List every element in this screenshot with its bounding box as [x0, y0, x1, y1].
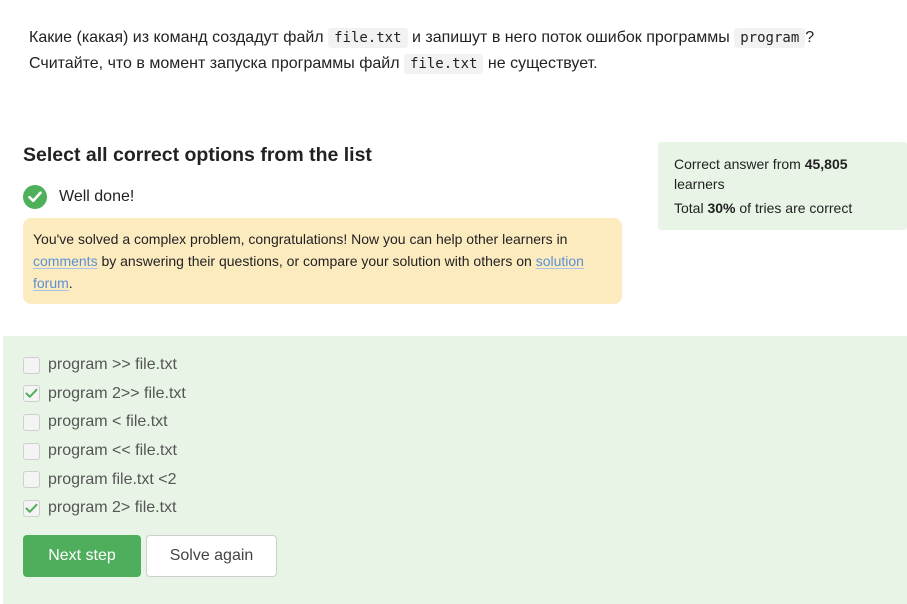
stats-text: Total — [674, 200, 704, 216]
congratulations-notice: You've solved a complex problem, congrat… — [23, 218, 622, 304]
option-item[interactable]: program 2>> file.txt — [23, 380, 186, 409]
option-item[interactable]: program 2> file.txt — [23, 494, 186, 523]
task-heading: Select all correct options from the list — [23, 144, 372, 166]
notice-text: . — [68, 275, 73, 291]
question-line-1: Какие (какая) из команд создадут файл fi… — [29, 25, 869, 51]
stats-learners: Correct answer from 45,805 learners — [674, 154, 891, 194]
learners-count: 45,805 — [804, 156, 848, 172]
checkmark-icon — [25, 503, 38, 513]
option-label: program file.txt <2 — [48, 470, 177, 488]
question-text: Какие (какая) из команд создадут файл fi… — [29, 25, 869, 77]
option-item[interactable]: program < file.txt — [23, 408, 186, 437]
option-item[interactable]: program >> file.txt — [23, 351, 186, 380]
question-text-part: Какие (какая) из команд создадут файл — [29, 29, 324, 46]
comments-link[interactable]: comments — [33, 253, 98, 269]
option-label: program 2> file.txt — [48, 499, 177, 517]
result-status: Well done! — [23, 185, 134, 209]
checkbox[interactable] — [23, 442, 40, 460]
check-circle-icon — [23, 185, 47, 209]
checkbox[interactable] — [23, 356, 40, 374]
question-text-part: Считайте, что в момент запуска программы… — [29, 55, 400, 72]
question-text-part: и запишут в него поток ошибок программы — [411, 29, 730, 46]
solve-again-button[interactable]: Solve again — [146, 535, 277, 577]
option-label: program < file.txt — [48, 413, 168, 431]
inline-code: program — [734, 28, 806, 48]
stats-text: Correct answer from — [674, 156, 801, 172]
status-label: Well done! — [59, 188, 135, 205]
option-item[interactable]: program << file.txt — [23, 437, 186, 466]
options-list: program >> file.txt program 2>> file.txt… — [23, 351, 186, 523]
stats-tries: Total 30% of tries are correct — [674, 198, 891, 218]
option-label: program << file.txt — [48, 442, 177, 460]
inline-code: file.txt — [328, 28, 408, 48]
inline-code: file.txt — [404, 54, 484, 74]
notice-text: by answering their questions, or compare… — [101, 253, 532, 269]
stats-text: learners — [674, 176, 725, 192]
stats-text: of tries are correct — [739, 200, 853, 216]
option-item[interactable]: program file.txt <2 — [23, 465, 186, 494]
checkbox[interactable] — [23, 385, 40, 403]
checkbox[interactable] — [23, 413, 40, 431]
option-label: program 2>> file.txt — [48, 384, 186, 402]
checkbox[interactable] — [23, 471, 40, 489]
question-text-part: не существует. — [487, 55, 598, 72]
stats-panel: Correct answer from 45,805 learners Tota… — [658, 142, 907, 230]
question-text-part: ? — [805, 29, 815, 46]
correct-percent: 30% — [707, 200, 736, 216]
question-line-2: Считайте, что в момент запуска программы… — [29, 51, 869, 77]
checkbox[interactable] — [23, 499, 40, 517]
option-label: program >> file.txt — [48, 356, 177, 374]
notice-text: You've solved a complex problem, congrat… — [33, 231, 568, 247]
next-step-button[interactable]: Next step — [23, 535, 141, 577]
checkmark-icon — [25, 389, 38, 399]
answer-panel: program >> file.txt program 2>> file.txt… — [3, 336, 907, 604]
